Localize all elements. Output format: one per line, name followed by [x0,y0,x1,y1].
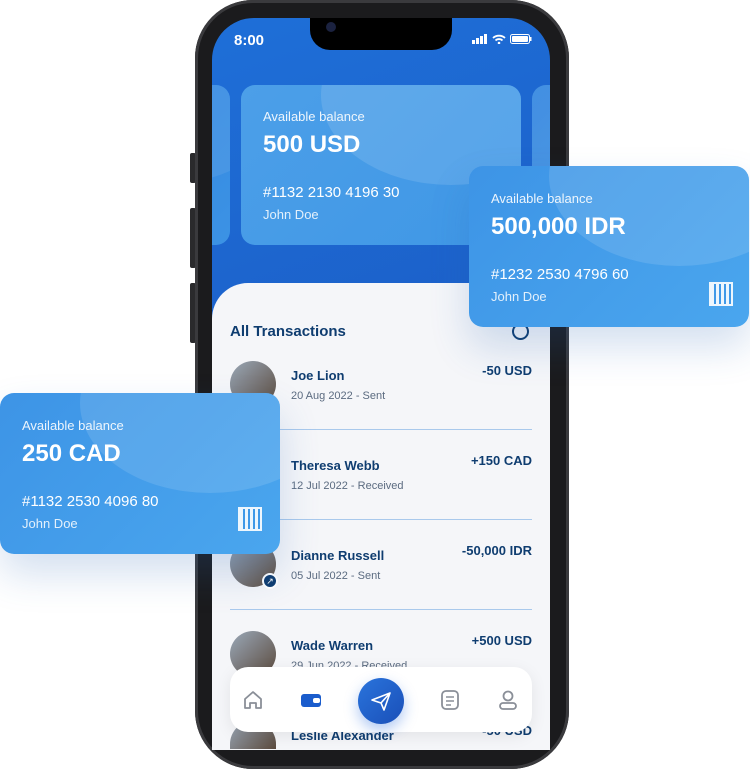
transaction-date: 20 Aug 2022 - Sent [291,390,386,402]
card-number: #1232 2530 4796 60 [491,266,629,283]
transaction-date: 12 Jul 2022 - Received [291,480,404,492]
card-amount: 500 USD [263,131,361,158]
transaction-row[interactable]: ↗ Dianne Russell 05 Jul 2022 - Sent -50,000… [230,541,532,631]
card-label: Available balance [491,191,593,206]
transaction-date: 05 Jul 2022 - Sent [291,570,381,582]
send-icon [371,692,391,711]
card-holder: John Doe [22,516,78,531]
card-amount: 250 CAD [22,440,121,467]
balance-card-cad[interactable]: Available balance 250 CAD #1132 2530 409… [0,393,280,554]
divider [230,609,532,610]
signal-icon [472,34,487,44]
status-time: 8:00 [234,32,265,49]
transaction-name: Joe Lion [291,368,345,383]
qr-code-icon[interactable] [238,507,262,531]
card-number: #1132 2130 4196 30 [263,184,400,201]
card-label: Available balance [263,109,365,124]
sent-arrow-icon: ↗ [262,573,278,589]
status-icons [472,34,532,44]
camera-icon [326,22,336,32]
prev-card-peek[interactable] [212,85,230,245]
card-holder: John Doe [263,207,319,222]
transactions-title: All Transactions [230,323,346,340]
transaction-name: Theresa Webb [291,458,380,473]
balance-card-idr[interactable]: Available balance 500,000 IDR #1232 2530… [469,166,749,327]
profile-icon[interactable] [497,689,519,711]
transaction-name: Dianne Russell [291,548,385,563]
bottom-nav [230,667,532,732]
send-button[interactable] [358,678,404,724]
battery-icon [510,34,532,44]
card-number: #1132 2530 4096 80 [22,493,159,510]
card-holder: John Doe [491,289,547,304]
qr-code-icon[interactable] [709,282,733,306]
transaction-amount: -50 USD [482,363,532,378]
card-label: Available balance [22,418,124,433]
transaction-amount: -50,000 IDR [461,543,532,558]
document-icon[interactable] [439,689,461,711]
transaction-amount: +150 CAD [470,453,532,468]
wifi-icon [492,34,506,44]
transaction-amount: +500 USD [471,633,532,648]
card-amount: 500,000 IDR [491,213,626,240]
wallet-icon[interactable] [300,689,322,711]
transaction-name: Wade Warren [291,638,374,653]
home-icon[interactable] [242,689,264,711]
